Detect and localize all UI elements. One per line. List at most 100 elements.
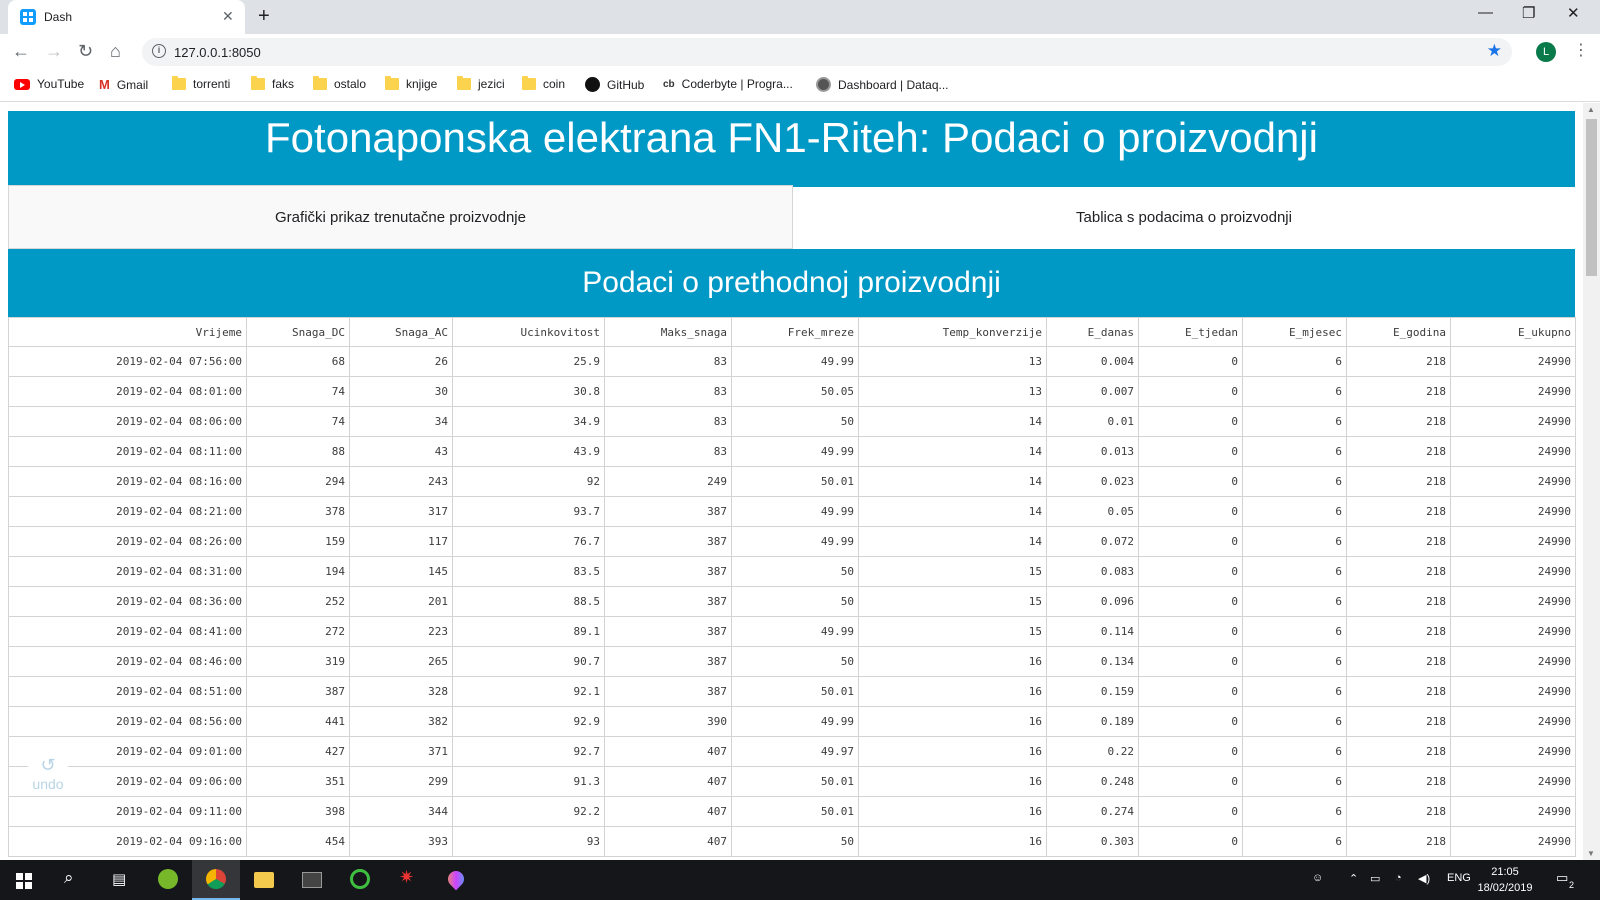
table-cell[interactable]: 50 <box>731 556 859 587</box>
column-header[interactable]: Snaga_AC <box>349 317 453 347</box>
table-cell[interactable]: 6 <box>1242 736 1347 767</box>
table-cell[interactable]: 24990 <box>1450 586 1576 617</box>
table-cell[interactable]: 393 <box>349 826 453 857</box>
windows-start-button[interactable] <box>0 860 48 900</box>
table-cell[interactable]: 83 <box>604 376 732 407</box>
table-cell[interactable]: 13 <box>858 376 1047 407</box>
table-cell[interactable]: 15 <box>858 586 1047 617</box>
table-row[interactable]: 2019-02-04 09:01:00 427 371 92.7 407 49.97 16 0… <box>8 736 1576 767</box>
bookmark-ostalo[interactable]: ostalo <box>313 76 366 91</box>
table-cell[interactable]: 6 <box>1242 706 1347 737</box>
table-cell[interactable]: 93.7 <box>452 496 605 527</box>
table-row[interactable]: 2019-02-04 08:01:00 74 30 30.8 83 50.05 13 0.00… <box>8 376 1576 407</box>
bookmark-knjige[interactable]: knjige <box>385 76 437 91</box>
table-cell[interactable]: 317 <box>349 496 453 527</box>
table-cell[interactable]: 0 <box>1138 466 1243 497</box>
table-cell[interactable]: 0.189 <box>1046 706 1139 737</box>
reload-icon[interactable]: ↻ <box>78 40 93 62</box>
table-cell[interactable]: 6 <box>1242 826 1347 857</box>
table-cell[interactable]: 49.99 <box>731 346 859 377</box>
bookmark-coderbyte[interactable]: cb Coderbyte | Progra... <box>663 77 793 91</box>
table-cell[interactable]: 0.096 <box>1046 586 1139 617</box>
table-cell[interactable]: 24990 <box>1450 796 1576 827</box>
table-cell[interactable]: 24990 <box>1450 766 1576 797</box>
browser-tab[interactable]: Dash ✕ <box>8 0 245 34</box>
table-cell[interactable]: 427 <box>246 736 350 767</box>
table-cell[interactable]: 24990 <box>1450 646 1576 677</box>
table-cell[interactable]: 49.99 <box>731 706 859 737</box>
column-header[interactable]: Snaga_DC <box>246 317 350 347</box>
table-cell[interactable]: 24990 <box>1450 676 1576 707</box>
table-cell[interactable]: 218 <box>1346 496 1451 527</box>
table-cell[interactable]: 0.114 <box>1046 616 1139 647</box>
table-cell[interactable]: 201 <box>349 586 453 617</box>
table-cell[interactable]: 16 <box>858 826 1047 857</box>
table-cell[interactable]: 2019-02-04 08:11:00 <box>8 436 247 467</box>
table-row[interactable]: 2019-02-04 08:41:00 272 223 89.1 387 49.99 15 0… <box>8 616 1576 647</box>
url-text[interactable]: 127.0.0.1:8050 <box>174 45 261 60</box>
bookmark-coin[interactable]: coin <box>522 76 565 91</box>
table-cell[interactable]: 88 <box>246 436 350 467</box>
table-cell[interactable]: 2019-02-04 08:21:00 <box>8 496 247 527</box>
table-cell[interactable]: 218 <box>1346 436 1451 467</box>
table-cell[interactable]: 344 <box>349 796 453 827</box>
forward-icon[interactable]: → <box>45 40 63 62</box>
profile-avatar[interactable]: L <box>1536 42 1556 62</box>
table-cell[interactable]: 0 <box>1138 436 1243 467</box>
table-cell[interactable]: 218 <box>1346 796 1451 827</box>
table-cell[interactable]: 398 <box>246 796 350 827</box>
table-cell[interactable]: 14 <box>858 466 1047 497</box>
restore-icon[interactable]: ❐ <box>1522 4 1535 22</box>
table-cell[interactable]: 441 <box>246 706 350 737</box>
table-cell[interactable]: 24990 <box>1450 346 1576 377</box>
table-cell[interactable]: 2019-02-04 08:41:00 <box>8 616 247 647</box>
back-icon[interactable]: ← <box>12 40 30 62</box>
table-cell[interactable]: 272 <box>246 616 350 647</box>
table-cell[interactable]: 14 <box>858 436 1047 467</box>
table-cell[interactable]: 218 <box>1346 406 1451 437</box>
table-cell[interactable]: 25.9 <box>452 346 605 377</box>
table-cell[interactable]: 407 <box>604 736 732 767</box>
table-cell[interactable]: 2019-02-04 09:11:00 <box>8 796 247 827</box>
table-cell[interactable]: 90.7 <box>452 646 605 677</box>
table-cell[interactable]: 218 <box>1346 706 1451 737</box>
table-cell[interactable]: 117 <box>349 526 453 557</box>
table-cell[interactable]: 92.1 <box>452 676 605 707</box>
table-cell[interactable]: 92 <box>452 466 605 497</box>
table-cell[interactable]: 15 <box>858 616 1047 647</box>
table-cell[interactable]: 24990 <box>1450 526 1576 557</box>
tray-chevron-icon[interactable]: ⌃ <box>1349 872 1358 885</box>
table-cell[interactable]: 2019-02-04 08:06:00 <box>8 406 247 437</box>
table-cell[interactable]: 6 <box>1242 346 1347 377</box>
table-cell[interactable]: 6 <box>1242 766 1347 797</box>
column-header[interactable]: Maks_snaga <box>604 317 732 347</box>
table-row[interactable]: 2019-02-04 09:11:00 398 344 92.2 407 50.01 16 0… <box>8 796 1576 827</box>
minimize-icon[interactable]: — <box>1478 4 1493 21</box>
column-header[interactable]: Frek_mreze <box>731 317 859 347</box>
bookmark-youtube[interactable]: YouTube <box>14 77 84 91</box>
table-cell[interactable]: 387 <box>604 586 732 617</box>
table-cell[interactable]: 2019-02-04 08:16:00 <box>8 466 247 497</box>
table-cell[interactable]: 387 <box>246 676 350 707</box>
table-cell[interactable]: 0.22 <box>1046 736 1139 767</box>
table-cell[interactable]: 145 <box>349 556 453 587</box>
bookmark-star-icon[interactable]: ★ <box>1487 41 1502 61</box>
table-cell[interactable]: 68 <box>246 346 350 377</box>
tab-chart[interactable]: Grafički prikaz trenutačne proizvodnje <box>8 185 793 249</box>
table-cell[interactable]: 6 <box>1242 406 1347 437</box>
address-bar[interactable]: i 127.0.0.1:8050 ★ <box>142 38 1512 66</box>
table-cell[interactable]: 2019-02-04 09:16:00 <box>8 826 247 857</box>
table-cell[interactable]: 16 <box>858 646 1047 677</box>
column-header[interactable]: Ucinkovitost <box>452 317 605 347</box>
table-cell[interactable]: 6 <box>1242 466 1347 497</box>
table-cell[interactable]: 6 <box>1242 556 1347 587</box>
table-cell[interactable]: 0.004 <box>1046 346 1139 377</box>
table-cell[interactable]: 382 <box>349 706 453 737</box>
close-window-icon[interactable]: ✕ <box>1567 4 1580 22</box>
table-cell[interactable]: 16 <box>858 736 1047 767</box>
table-cell[interactable]: 218 <box>1346 736 1451 767</box>
table-cell[interactable]: 83 <box>604 346 732 377</box>
table-cell[interactable]: 14 <box>858 526 1047 557</box>
table-cell[interactable]: 0 <box>1138 766 1243 797</box>
taskbar-circle-app[interactable] <box>336 860 384 900</box>
